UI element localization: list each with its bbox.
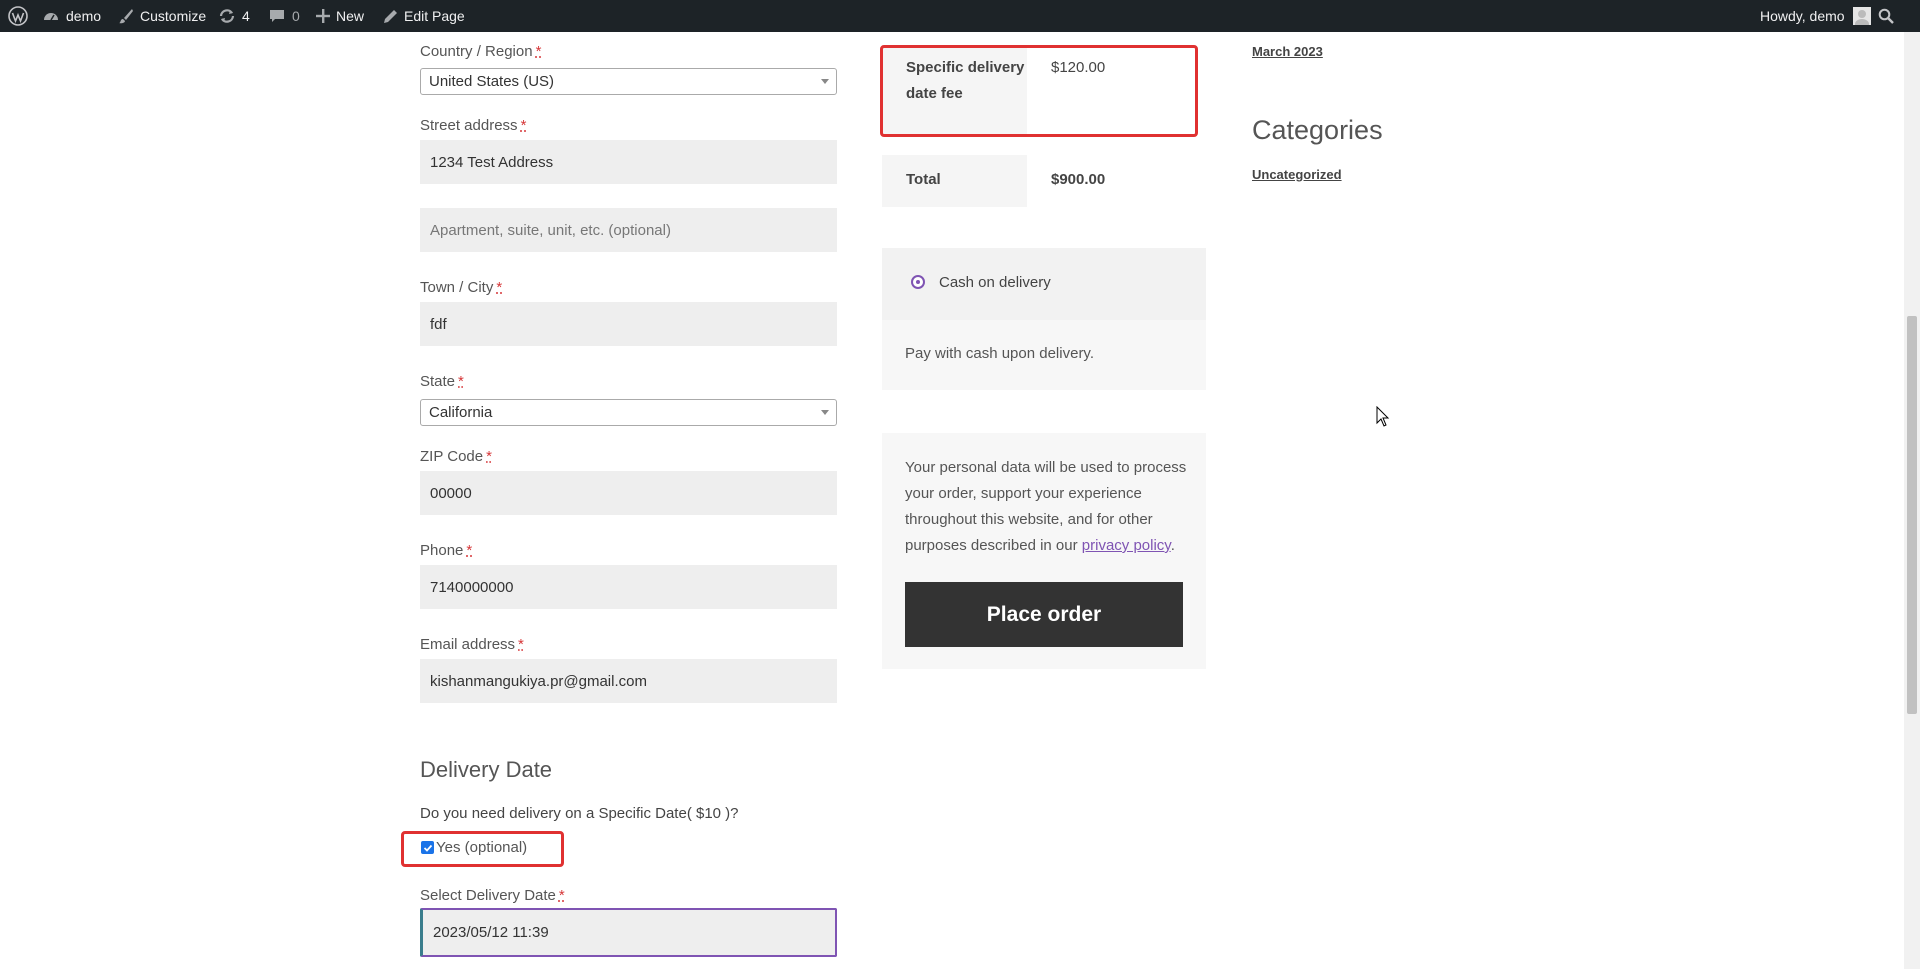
required-mark: * xyxy=(486,448,492,465)
edit-page-button[interactable]: Edit Page xyxy=(383,0,465,32)
site-name: demo xyxy=(66,8,102,24)
greeting: Howdy, demo xyxy=(1760,8,1845,24)
specific-date-question: Do you need delivery on a Specific Date(… xyxy=(420,805,739,822)
admin-bar: demo Customize 4 0 New Edit Page Howdy, … xyxy=(0,0,1920,32)
country-label: Country / Region * xyxy=(420,43,541,60)
checkmark-icon xyxy=(423,844,432,852)
phone-input[interactable]: 7140000000 xyxy=(420,565,837,609)
categories-heading: Categories xyxy=(1252,115,1383,145)
search-icon xyxy=(1878,8,1894,24)
city-label-text: Town / City xyxy=(420,279,494,296)
total-label: Total xyxy=(882,155,1027,207)
street-address-input[interactable]: 1234 Test Address xyxy=(420,140,837,184)
delivery-date-label: Select Delivery Date * xyxy=(420,887,565,904)
comments-count: 0 xyxy=(292,8,300,24)
required-mark: * xyxy=(458,373,464,390)
zip-value: 00000 xyxy=(430,484,472,502)
country-label-text: Country / Region xyxy=(420,43,533,60)
state-label-text: State xyxy=(420,373,456,390)
specific-date-checkbox-label[interactable]: Yes (optional) xyxy=(436,839,527,856)
site-name-menu[interactable]: demo xyxy=(42,0,101,32)
dropdown-arrow-icon xyxy=(821,410,829,415)
payment-method-row[interactable]: Cash on delivery xyxy=(882,248,1206,320)
specific-date-checkbox[interactable] xyxy=(421,841,434,854)
state-label: State * xyxy=(420,373,464,390)
updates-button[interactable]: 4 xyxy=(218,0,250,32)
avatar xyxy=(1852,7,1871,25)
dashboard-icon xyxy=(42,7,60,25)
total-value: $900.00 xyxy=(1051,171,1106,188)
place-order-button[interactable]: Place order xyxy=(905,582,1183,647)
privacy-notice-end: . xyxy=(1170,537,1175,554)
required-mark: * xyxy=(466,542,473,559)
city-input[interactable]: fdf xyxy=(420,302,837,346)
required-mark: * xyxy=(518,636,524,653)
dropdown-arrow-icon xyxy=(821,79,829,84)
delivery-date-label-text: Select Delivery Date xyxy=(420,887,556,904)
zip-input[interactable]: 00000 xyxy=(420,471,837,515)
email-label: Email address * xyxy=(420,636,524,653)
state-value: California xyxy=(429,404,493,421)
comments-button[interactable]: 0 xyxy=(268,0,300,32)
street-address-value: 1234 Test Address xyxy=(430,153,554,171)
customize-button[interactable]: Customize xyxy=(118,0,206,32)
privacy-notice: Your personal data will be used to proce… xyxy=(905,455,1195,559)
search-button[interactable] xyxy=(1878,0,1894,32)
delivery-date-heading: Delivery Date xyxy=(420,757,553,782)
updates-count: 4 xyxy=(242,8,250,24)
new-content-button[interactable]: New xyxy=(316,0,364,32)
delivery-date-value: 2023/05/12 11:39 xyxy=(433,924,549,941)
city-value: fdf xyxy=(430,315,447,333)
state-select[interactable]: California xyxy=(420,399,837,426)
email-label-text: Email address xyxy=(420,636,516,653)
country-select[interactable]: United States (US) xyxy=(420,68,837,95)
cash-on-delivery-label[interactable]: Cash on delivery xyxy=(939,274,1051,291)
edit-page-label: Edit Page xyxy=(404,8,465,24)
new-label: New xyxy=(336,8,365,24)
mouse-cursor-icon xyxy=(1376,406,1390,427)
payment-methods-panel: Cash on delivery Pay with cash upon deli… xyxy=(882,248,1206,390)
scrollbar-thumb[interactable] xyxy=(1907,316,1917,714)
category-link-uncategorized[interactable]: Uncategorized xyxy=(1252,167,1342,182)
required-mark: * xyxy=(558,887,565,904)
delivery-date-input[interactable]: 2023/05/12 11:39 xyxy=(420,908,837,957)
privacy-policy-link[interactable]: privacy policy xyxy=(1082,537,1171,554)
apartment-input[interactable]: Apartment, suite, unit, etc. (optional) xyxy=(420,208,837,252)
plus-icon xyxy=(316,9,330,23)
archive-link-march-2023[interactable]: March 2023 xyxy=(1252,44,1323,59)
wordpress-logo-icon[interactable] xyxy=(8,0,28,32)
updates-icon xyxy=(218,7,236,25)
required-mark: * xyxy=(496,279,503,296)
customize-label: Customize xyxy=(140,8,207,24)
required-mark: * xyxy=(520,117,527,134)
comment-bubble-icon xyxy=(268,7,286,25)
street-label: Street address * xyxy=(420,117,526,134)
apartment-placeholder: Apartment, suite, unit, etc. (optional) xyxy=(430,221,671,239)
email-value: kishanmangukiya.pr@gmail.com xyxy=(430,672,647,690)
phone-value: 7140000000 xyxy=(430,578,514,596)
brush-icon xyxy=(118,8,134,24)
my-account-menu[interactable]: Howdy, demo xyxy=(1760,0,1871,32)
required-mark: * xyxy=(535,43,542,60)
page-scrollbar[interactable] xyxy=(1904,32,1920,969)
zip-label: ZIP Code * xyxy=(420,448,492,465)
phone-label-text: Phone xyxy=(420,542,464,559)
payment-description: Pay with cash upon delivery. xyxy=(905,345,1094,362)
phone-label: Phone * xyxy=(420,542,472,559)
zip-label-text: ZIP Code xyxy=(420,448,484,465)
pencil-icon xyxy=(383,9,398,24)
fee-highlight xyxy=(880,45,1198,137)
email-input[interactable]: kishanmangukiya.pr@gmail.com xyxy=(420,659,837,703)
city-label: Town / City * xyxy=(420,279,502,296)
country-value: United States (US) xyxy=(429,73,555,90)
street-label-text: Street address xyxy=(420,117,518,134)
cash-on-delivery-radio[interactable] xyxy=(911,275,925,289)
